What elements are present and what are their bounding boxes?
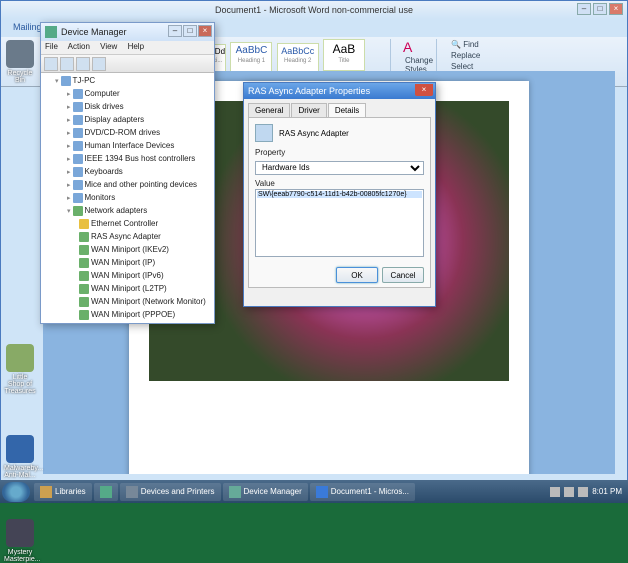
tree-root[interactable]: TJ-PC ComputerDisk drivesDisplay adapter… xyxy=(55,75,212,323)
menu-view[interactable]: View xyxy=(100,42,117,51)
system-tray: 8:01 PM xyxy=(550,487,626,497)
menu-file[interactable]: File xyxy=(45,42,58,51)
tree-category[interactable]: Display adapters xyxy=(67,114,212,127)
adapter-icon xyxy=(255,124,273,142)
taskbar-clock[interactable]: 8:01 PM xyxy=(592,488,622,496)
tree-category[interactable]: Mice and other pointing devices xyxy=(67,179,212,192)
tree-category[interactable]: Keyboards xyxy=(67,166,212,179)
tree-network-adapters[interactable]: Network adaptersEthernet ControllerRAS A… xyxy=(67,205,212,323)
devmgr-maximize-button[interactable]: □ xyxy=(183,25,197,37)
tree-category[interactable]: Computer xyxy=(67,88,212,101)
adapter-name: RAS Async Adapter xyxy=(279,129,349,138)
taskbar-item-devices[interactable]: Devices and Printers xyxy=(120,483,221,501)
dialog-buttons: OK Cancel xyxy=(336,267,424,283)
taskbar: Libraries Devices and Printers Device Ma… xyxy=(0,480,628,503)
replace-button[interactable]: Replace xyxy=(449,50,487,61)
tree-adapter-item[interactable]: RAS Async Adapter xyxy=(79,231,212,244)
tree-adapter-item[interactable]: WAN Miniport (IP) xyxy=(79,257,212,270)
toolbar-back-button[interactable] xyxy=(44,57,58,71)
tab-details[interactable]: Details xyxy=(328,103,366,117)
value-item[interactable]: SW\{eeab7790-c514-11d1-b42b-00805fc1270e… xyxy=(257,191,422,198)
word-title-text: Document1 - Microsoft Word non-commercia… xyxy=(215,5,413,15)
propdlg-title-text: RAS Async Adapter Properties xyxy=(248,86,370,96)
property-select[interactable]: Hardware Ids xyxy=(255,161,424,175)
devmgr-menubar: File Action View Help xyxy=(41,41,214,55)
properties-dialog: RAS Async Adapter Properties × General D… xyxy=(243,82,436,307)
tab-general[interactable]: General xyxy=(248,103,290,117)
toolbar-scan-button[interactable] xyxy=(76,57,90,71)
desktop-icon-malwarebytes[interactable]: Malwareby... Anti-Mal... xyxy=(4,435,36,479)
style-title[interactable]: AaBTitle xyxy=(323,39,365,71)
ok-button[interactable]: OK xyxy=(336,267,378,283)
devmgr-toolbar xyxy=(41,55,214,73)
tree-adapter-item[interactable]: WAN Miniport (IKEv2) xyxy=(79,244,212,257)
tree-adapter-item[interactable]: WAN Miniport (IPv6) xyxy=(79,270,212,283)
propdlg-body: General Driver Details RAS Async Adapter… xyxy=(244,99,435,292)
tree-category[interactable]: IEEE 1394 Bus host controllers xyxy=(67,153,212,166)
desktop-icon-littleshop[interactable]: Little Shop of Treasures xyxy=(4,344,36,395)
device-manager-window: Device Manager – □ × File Action View He… xyxy=(40,22,215,324)
menu-help[interactable]: Help xyxy=(128,42,144,51)
propdlg-header: RAS Async Adapter xyxy=(255,124,424,142)
toolbar-forward-button[interactable] xyxy=(60,57,74,71)
tree-adapter-item[interactable]: WAN Miniport (PPTP) xyxy=(79,322,212,323)
close-button[interactable]: × xyxy=(609,3,623,15)
tray-icon[interactable] xyxy=(564,487,574,497)
menu-action[interactable]: Action xyxy=(68,42,90,51)
tree-adapter-item[interactable]: WAN Miniport (Network Monitor) xyxy=(79,296,212,309)
devmgr-titlebar[interactable]: Device Manager – □ × xyxy=(41,23,214,41)
taskbar-item-pinned[interactable] xyxy=(94,483,118,501)
device-tree[interactable]: TJ-PC ComputerDisk drivesDisplay adapter… xyxy=(41,73,214,323)
minimize-button[interactable]: – xyxy=(577,3,591,15)
tree-category[interactable]: Human Interface Devices xyxy=(67,140,212,153)
propdlg-titlebar[interactable]: RAS Async Adapter Properties × xyxy=(244,83,435,99)
tree-adapter-item[interactable]: WAN Miniport (L2TP) xyxy=(79,283,212,296)
style-heading1[interactable]: AaBbCHeading 1 xyxy=(230,42,272,74)
devmgr-minimize-button[interactable]: – xyxy=(168,25,182,37)
tree-adapter-item[interactable]: WAN Miniport (PPPOE) xyxy=(79,309,212,322)
tree-adapter-item[interactable]: Ethernet Controller xyxy=(79,218,212,231)
word-titlebar: Document1 - Microsoft Word non-commercia… xyxy=(1,1,627,19)
tab-driver[interactable]: Driver xyxy=(291,103,326,117)
tree-category[interactable]: Monitors xyxy=(67,192,212,205)
tray-icon[interactable] xyxy=(578,487,588,497)
devmgr-icon xyxy=(45,26,57,38)
word-system-buttons: – □ × xyxy=(577,3,623,15)
propdlg-close-button[interactable]: × xyxy=(415,84,433,96)
propdlg-tabs: General Driver Details xyxy=(248,103,431,118)
desktop-icon-mystery[interactable]: Mystery Masterpie... xyxy=(4,519,36,563)
start-button[interactable] xyxy=(2,482,30,502)
desktop-icon-recyclebin[interactable]: Recycle Bin xyxy=(4,40,36,84)
cancel-button[interactable]: Cancel xyxy=(382,267,424,283)
devmgr-system-buttons: – □ × xyxy=(168,25,212,37)
taskbar-item-devmgr[interactable]: Device Manager xyxy=(223,483,308,501)
value-listbox[interactable]: SW\{eeab7790-c514-11d1-b42b-00805fc1270e… xyxy=(255,189,424,257)
tree-category[interactable]: DVD/CD-ROM drives xyxy=(67,127,212,140)
tray-icon[interactable] xyxy=(550,487,560,497)
find-button[interactable]: 🔍 Find xyxy=(449,39,487,50)
toolbar-help-button[interactable] xyxy=(92,57,106,71)
value-label: Value xyxy=(255,179,424,188)
devmgr-close-button[interactable]: × xyxy=(198,25,212,37)
taskbar-item-libraries[interactable]: Libraries xyxy=(34,483,92,501)
devmgr-title-text: Device Manager xyxy=(61,27,127,37)
propdlg-pane: RAS Async Adapter Property Hardware Ids … xyxy=(248,118,431,288)
maximize-button[interactable]: □ xyxy=(593,3,607,15)
property-label: Property xyxy=(255,148,424,157)
tree-category[interactable]: Disk drives xyxy=(67,101,212,114)
taskbar-item-word[interactable]: Document1 - Micros... xyxy=(310,483,415,501)
